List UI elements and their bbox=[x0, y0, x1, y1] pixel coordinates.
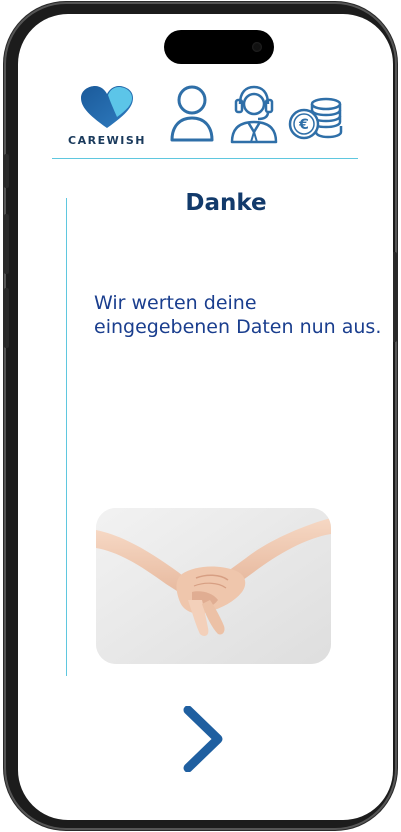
volume-down-button bbox=[4, 288, 9, 348]
content-accent-line bbox=[66, 198, 67, 676]
page-title: Danke bbox=[185, 190, 267, 216]
volume-up-button bbox=[4, 214, 9, 274]
svg-text:€: € bbox=[298, 117, 309, 133]
app-header: CAREWISH € bbox=[18, 14, 393, 174]
euro-coins-icon[interactable]: € bbox=[286, 94, 346, 146]
support-agent-icon[interactable] bbox=[228, 84, 280, 148]
header-divider bbox=[52, 158, 358, 159]
chevron-right-icon bbox=[183, 706, 223, 772]
phone-frame: CAREWISH € Danke Wir werten deine eingeg… bbox=[4, 2, 397, 830]
mute-switch bbox=[4, 154, 9, 188]
user-icon[interactable] bbox=[168, 84, 216, 146]
heart-logo-icon bbox=[81, 86, 133, 128]
phone-screen: CAREWISH € Danke Wir werten deine eingeg… bbox=[18, 14, 393, 820]
logo-text: CAREWISH bbox=[68, 134, 146, 147]
carewish-logo[interactable]: CAREWISH bbox=[62, 86, 152, 156]
holding-hands-photo bbox=[96, 508, 331, 664]
thank-you-message: Wir werten deine eingegebenen Daten nun … bbox=[94, 292, 382, 338]
next-button[interactable] bbox=[168, 704, 238, 774]
